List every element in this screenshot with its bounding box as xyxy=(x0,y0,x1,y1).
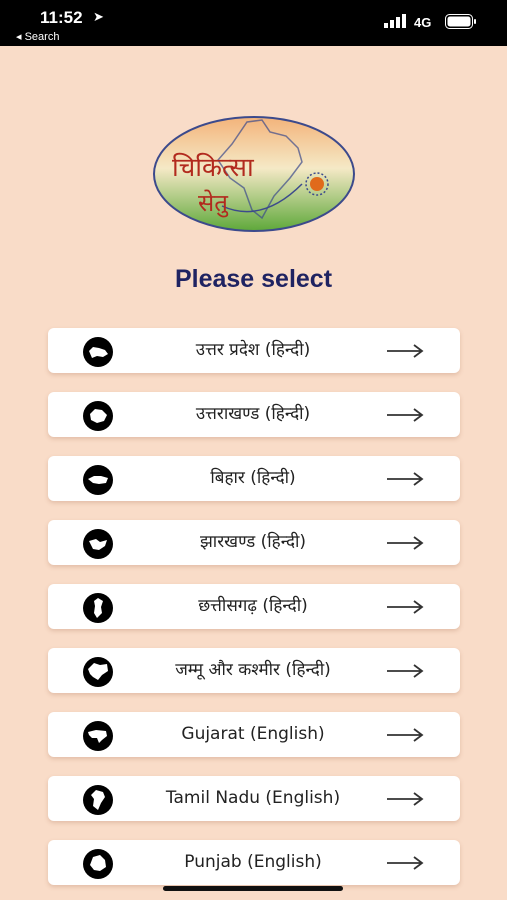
punjab-map-icon xyxy=(83,849,113,879)
jharkhand-map-icon xyxy=(83,529,113,559)
location-arrow-icon: ➤ xyxy=(93,9,104,24)
arrow-right-icon xyxy=(387,792,424,806)
state-item-label: Punjab (English) xyxy=(184,852,322,872)
uttar-pradesh-map-icon xyxy=(83,337,113,367)
state-item-label: Gujarat (English) xyxy=(181,724,325,744)
state-item-punjab[interactable]: Punjab (English) xyxy=(48,840,460,885)
state-item-tamil-nadu[interactable]: Tamil Nadu (English) xyxy=(48,776,460,821)
gujarat-map-icon xyxy=(83,721,113,751)
state-item-jharkhand[interactable]: झारखण्ड (हिन्दी) xyxy=(48,520,460,565)
tamil-nadu-map-icon xyxy=(83,785,113,815)
state-item-uttarakhand[interactable]: उत्तराखण्ड (हिन्दी) xyxy=(48,392,460,437)
battery-icon xyxy=(445,14,476,29)
bihar-map-icon xyxy=(83,465,113,495)
cellular-signal-icon xyxy=(384,14,406,28)
page-title: Please select xyxy=(174,265,333,293)
arrow-right-icon xyxy=(387,664,424,678)
arrow-right-icon xyxy=(387,472,424,486)
state-item-label: छत्तीसगढ़ (हिन्दी) xyxy=(198,596,308,616)
state-item-gujarat[interactable]: Gujarat (English) xyxy=(48,712,460,757)
chikitsa-setu-logo: चिकित्सा सेतु xyxy=(153,116,355,232)
back-to-search-link[interactable]: ◂ Search xyxy=(16,30,59,43)
arrow-right-icon xyxy=(387,728,424,742)
state-item-label: उत्तर प्रदेश (हिन्दी) xyxy=(195,340,311,360)
chhattisgarh-map-icon xyxy=(83,593,113,623)
arrow-right-icon xyxy=(387,856,424,870)
logo-text-line2: सेतु xyxy=(198,189,229,218)
home-indicator[interactable] xyxy=(163,886,343,891)
logo-text-line1: चिकित्सा xyxy=(172,152,255,183)
jammu-kashmir-map-icon xyxy=(83,657,113,687)
arrow-right-icon xyxy=(387,536,424,550)
arrow-right-icon xyxy=(387,600,424,614)
state-item-label: Tamil Nadu (English) xyxy=(165,788,341,808)
status-time: 11:52 xyxy=(40,8,83,27)
status-bar: 11:52 ➤ ◂ Search 4G xyxy=(0,0,507,46)
network-type: 4G xyxy=(414,15,432,30)
state-item-uttar-pradesh[interactable]: उत्तर प्रदेश (हिन्दी) xyxy=(48,328,460,373)
state-item-jammu-kashmir[interactable]: जम्मू और कश्मीर (हिन्दी) xyxy=(48,648,460,693)
arrow-right-icon xyxy=(387,408,424,422)
state-item-label: बिहार (हिन्दी) xyxy=(210,468,296,488)
state-item-chhattisgarh[interactable]: छत्तीसगढ़ (हिन्दी) xyxy=(48,584,460,629)
state-item-label: जम्मू और कश्मीर (हिन्दी) xyxy=(175,660,331,680)
uttarakhand-map-icon xyxy=(83,401,113,431)
arrow-right-icon xyxy=(387,344,424,358)
state-item-label: उत्तराखण्ड (हिन्दी) xyxy=(195,404,311,424)
state-item-label: झारखण्ड (हिन्दी) xyxy=(199,532,307,552)
state-item-bihar[interactable]: बिहार (हिन्दी) xyxy=(48,456,460,501)
